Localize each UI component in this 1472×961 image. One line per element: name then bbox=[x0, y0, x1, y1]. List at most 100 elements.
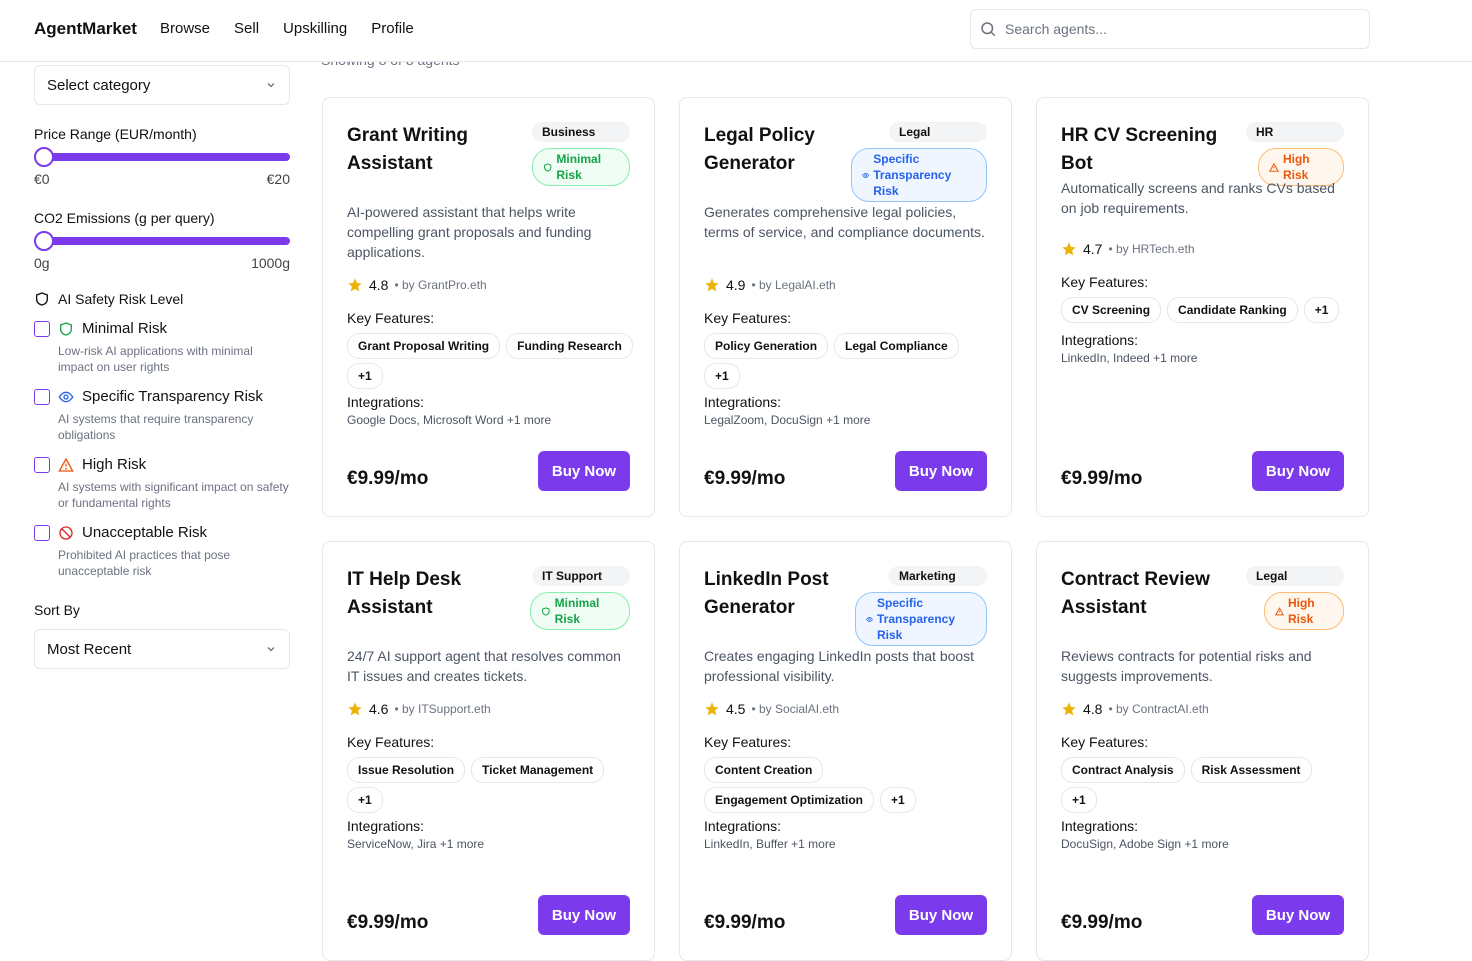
agent-description: Reviews contracts for potential risks an… bbox=[1061, 648, 1312, 684]
buy-now-button[interactable]: Buy Now bbox=[538, 895, 630, 935]
feature-chips: Contract Analysis Risk Assessment +1 bbox=[1061, 757, 1351, 813]
more-features-chip[interactable]: +1 bbox=[704, 363, 740, 389]
unacceptable-risk-label[interactable]: Unacceptable Risk bbox=[82, 524, 207, 541]
agent-description: Generates comprehensive legal policies, … bbox=[704, 204, 985, 240]
slider-track bbox=[34, 237, 290, 245]
feature-chip: CV Screening bbox=[1061, 297, 1162, 323]
search-input[interactable] bbox=[1005, 21, 1345, 37]
star-icon bbox=[705, 278, 719, 292]
agent-title[interactable]: HR CV Screening Bot bbox=[1061, 122, 1241, 178]
risk-badge-label: Minimal Risk bbox=[556, 152, 602, 182]
agent-description: Automatically screens and ranks CVs base… bbox=[1061, 180, 1335, 216]
risk-badge: High Risk bbox=[1264, 592, 1344, 630]
high-risk-checkbox[interactable] bbox=[34, 456, 50, 473]
agent-price: €9.99/mo bbox=[1061, 912, 1143, 933]
integrations-value: ServiceNow, Jira +1 more bbox=[347, 837, 485, 851]
minimal-risk-desc: Low-risk AI applications with minimal im… bbox=[58, 344, 253, 374]
integrations-value: LegalZoom, DocuSign +1 more bbox=[704, 413, 871, 427]
star-icon bbox=[1062, 702, 1076, 716]
shield-icon bbox=[36, 292, 48, 306]
co2-slider[interactable] bbox=[34, 231, 290, 251]
unacceptable-risk-checkbox[interactable] bbox=[34, 524, 50, 541]
warning-icon bbox=[58, 457, 74, 472]
minimal-risk-label[interactable]: Minimal Risk bbox=[82, 320, 167, 337]
agent-card[interactable]: LinkedIn Post Generator Marketing Specif… bbox=[679, 541, 1012, 961]
price-range-slider[interactable] bbox=[34, 147, 290, 167]
agent-card[interactable]: Contract Review Assistant Legal High Ris… bbox=[1036, 541, 1369, 961]
star-icon bbox=[705, 702, 719, 716]
nav-sell[interactable]: Sell bbox=[234, 20, 259, 37]
feature-chips: Policy Generation Legal Compliance +1 bbox=[704, 333, 994, 389]
key-features-label: Key Features: bbox=[1061, 734, 1149, 750]
agent-rating: 4.9 • by LegalAI.eth bbox=[704, 277, 836, 293]
category-select[interactable]: Select category bbox=[34, 65, 290, 105]
feature-chips: Content Creation Engagement Optimization +… bbox=[704, 757, 994, 813]
eye-icon bbox=[866, 616, 873, 622]
transparency-risk-label[interactable]: Specific Transparency Risk bbox=[82, 388, 263, 405]
top-nav-bar: AgentMarket Browse Sell Upskilling Profi… bbox=[0, 0, 1472, 62]
agent-card[interactable]: IT Help Desk Assistant IT Support Minima… bbox=[322, 541, 655, 961]
risk-badge-label: Minimal Risk bbox=[554, 596, 600, 626]
agent-price: €9.99/mo bbox=[704, 468, 786, 489]
agent-rating: 4.8 • by GrantPro.eth bbox=[347, 277, 487, 293]
integrations-label: Integrations: bbox=[704, 818, 782, 834]
more-features-chip[interactable]: +1 bbox=[1303, 297, 1340, 323]
minimal-risk-checkbox[interactable] bbox=[34, 320, 50, 337]
risk-badge: Specific Transparency Risk bbox=[855, 592, 987, 646]
buy-now-button[interactable]: Buy Now bbox=[1252, 895, 1344, 935]
agent-price: €9.99/mo bbox=[704, 912, 786, 933]
shield-icon bbox=[544, 162, 552, 172]
risk-badge-label: High Risk bbox=[1287, 596, 1315, 626]
risk-filter-transparency: Specific Transparency Risk AI systems th… bbox=[34, 388, 290, 443]
nav-upskilling[interactable]: Upskilling bbox=[283, 20, 347, 37]
more-features-chip[interactable]: +1 bbox=[1061, 787, 1097, 813]
buy-now-button[interactable]: Buy Now bbox=[895, 895, 987, 935]
key-features-label: Key Features: bbox=[1061, 274, 1149, 290]
agent-author: • by SocialAI.eth bbox=[751, 702, 840, 716]
more-features-chip[interactable]: +1 bbox=[347, 787, 383, 813]
nav-browse[interactable]: Browse bbox=[160, 20, 210, 37]
buy-now-button[interactable]: Buy Now bbox=[1252, 451, 1344, 491]
agent-title[interactable]: IT Help Desk Assistant bbox=[347, 566, 527, 622]
sort-select[interactable]: Most Recent bbox=[34, 629, 290, 669]
buy-now-button[interactable]: Buy Now bbox=[895, 451, 987, 491]
more-features-chip[interactable]: +1 bbox=[347, 363, 383, 389]
agent-title[interactable]: Grant Writing Assistant bbox=[347, 122, 527, 178]
more-features-chip[interactable]: +1 bbox=[880, 787, 916, 813]
agent-card[interactable]: Grant Writing Assistant Business Minimal… bbox=[322, 97, 655, 517]
risk-badge-label: Specific Transparency Risk bbox=[876, 596, 956, 642]
agent-rating: 4.7 • by HRTech.eth bbox=[1061, 241, 1195, 257]
agent-card[interactable]: Legal Policy Generator Legal Specific Tr… bbox=[679, 97, 1012, 517]
integrations-label: Integrations: bbox=[1061, 818, 1139, 834]
transparency-risk-checkbox[interactable] bbox=[34, 388, 50, 405]
risk-level-heading: AI Safety Risk Level bbox=[34, 291, 183, 307]
co2-max: 1000g bbox=[251, 255, 290, 271]
warning-icon bbox=[1275, 606, 1284, 615]
agent-author: • by HRTech.eth bbox=[1108, 242, 1195, 256]
slider-thumb[interactable] bbox=[34, 231, 54, 251]
high-risk-label[interactable]: High Risk bbox=[82, 456, 146, 473]
nav-profile[interactable]: Profile bbox=[371, 20, 414, 37]
search-box[interactable] bbox=[970, 9, 1370, 49]
integrations-value: LinkedIn, Buffer +1 more bbox=[704, 837, 836, 851]
agent-price: €9.99/mo bbox=[1061, 468, 1143, 489]
agent-price: €9.99/mo bbox=[347, 468, 429, 489]
category-badge: Legal bbox=[889, 122, 987, 142]
category-select-value: Select category bbox=[47, 76, 151, 94]
price-min: €0 bbox=[34, 171, 50, 187]
integrations-label: Integrations: bbox=[347, 394, 425, 410]
rating-value: 4.7 bbox=[1083, 241, 1103, 257]
price-max: €20 bbox=[266, 171, 290, 187]
slider-thumb[interactable] bbox=[34, 147, 54, 167]
slider-track bbox=[34, 153, 290, 161]
agent-card[interactable]: HR CV Screening Bot HR High Risk Automat… bbox=[1036, 97, 1369, 517]
agent-title[interactable]: Contract Review Assistant bbox=[1061, 566, 1241, 622]
risk-badge-label: Specific Transparency Risk bbox=[873, 152, 952, 198]
key-features-label: Key Features: bbox=[704, 734, 792, 750]
brand-logo[interactable]: AgentMarket bbox=[34, 19, 137, 39]
buy-now-button[interactable]: Buy Now bbox=[538, 451, 630, 491]
risk-badge: Minimal Risk bbox=[530, 592, 630, 630]
integrations-label: Integrations: bbox=[704, 394, 782, 410]
star-icon bbox=[348, 702, 362, 716]
risk-filter-unacceptable: Unacceptable Risk Prohibited AI practice… bbox=[34, 524, 290, 579]
